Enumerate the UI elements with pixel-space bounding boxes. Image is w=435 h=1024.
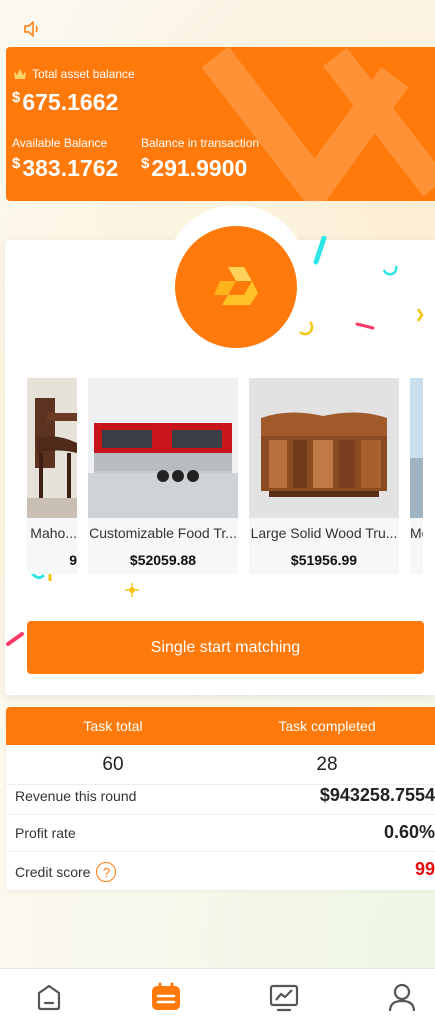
revenue-row: Revenue this round $943258.7554 — [6, 778, 435, 815]
currency-symbol: $ — [12, 155, 21, 172]
product-image-landscape — [410, 378, 423, 518]
revenue-value: $943258.7554 — [319, 785, 435, 805]
bottom-navigation — [0, 968, 435, 1024]
credit-score-label-group: Credit score ? — [15, 862, 117, 882]
task-total-label: Task total — [83, 718, 143, 734]
credit-score-label: Credit score — [15, 864, 91, 880]
available-balance-amount: 383.1762 — [22, 155, 119, 181]
single-start-matching-button[interactable]: Single start matching — [27, 621, 424, 674]
product-price: $52059.88 — [129, 552, 197, 568]
confetti-decoration — [382, 265, 398, 276]
chart-icon[interactable] — [268, 981, 300, 1013]
confetti-decoration — [125, 583, 139, 597]
currency-symbol: $ — [12, 89, 21, 106]
product-price: $51956.99 — [290, 552, 358, 568]
task-completed-value: 28 — [316, 754, 338, 775]
task-completed-label: Task completed — [278, 718, 376, 734]
credit-score-row: Credit score ? 99 — [6, 852, 435, 889]
revenue-label: Revenue this round — [15, 788, 137, 804]
confetti-decoration — [416, 308, 424, 322]
currency-symbol: $ — [141, 155, 150, 172]
product-image-wood-trunk — [249, 378, 399, 518]
crown-icon — [14, 69, 26, 79]
logo-triangle-icon — [214, 267, 258, 305]
product-name: Customizable Food Tr... — [89, 525, 237, 541]
transaction-balance-amount: 291.9900 — [151, 155, 248, 181]
available-balance-label: Available Balance — [12, 136, 108, 150]
confetti-decoration — [313, 236, 327, 265]
product-image-food-trailer — [88, 378, 238, 518]
product-card[interactable]: Mo — [410, 378, 423, 574]
credit-score-value: 99 — [414, 859, 435, 879]
home-icon[interactable] — [33, 981, 65, 1013]
product-name: Mo — [410, 525, 423, 541]
app-logo — [175, 226, 297, 348]
total-asset-label-text: Total asset balance — [32, 67, 135, 81]
product-name: Large Solid Wood Tru... — [250, 525, 398, 541]
confetti-decoration — [299, 321, 314, 336]
help-icon[interactable]: ? — [96, 862, 117, 882]
orders-icon[interactable] — [150, 981, 182, 1013]
product-image-dining-chair — [27, 378, 77, 518]
available-balance-value: $ 383.1762 — [12, 155, 118, 182]
task-table-header: Task total Task completed — [6, 707, 435, 745]
product-name: Maho... — [30, 525, 77, 541]
transaction-balance-label: Balance in transaction — [141, 136, 260, 150]
product-card[interactable]: Maho... 9 — [27, 378, 77, 574]
total-asset-value: $ 675.1662 — [12, 89, 118, 116]
confetti-decoration — [6, 632, 24, 646]
total-asset-label: Total asset balance — [13, 67, 135, 81]
profit-rate-value: 0.60% — [383, 822, 435, 842]
product-price: 9 — [69, 552, 77, 568]
balance-card: Total asset balance $ 675.1662 Available… — [6, 47, 435, 201]
transaction-balance-value: $ 291.9900 — [141, 155, 247, 182]
task-table: Task total Task completed 60 28 Revenue … — [6, 707, 435, 890]
profit-rate-row: Profit rate 0.60% — [6, 815, 435, 852]
product-card[interactable]: Customizable Food Tr... $52059.88 — [88, 378, 238, 574]
profit-rate-label: Profit rate — [15, 825, 76, 841]
task-total-value: 60 — [102, 754, 124, 775]
product-carousel[interactable]: Maho... 9 Customizable Food Tr... $52059… — [27, 378, 423, 574]
total-asset-amount: 675.1662 — [22, 89, 119, 115]
profile-icon[interactable] — [386, 981, 418, 1013]
confetti-decoration — [355, 322, 375, 330]
speaker-icon[interactable] — [22, 19, 42, 39]
product-card[interactable]: Large Solid Wood Tru... $51956.99 — [249, 378, 399, 574]
